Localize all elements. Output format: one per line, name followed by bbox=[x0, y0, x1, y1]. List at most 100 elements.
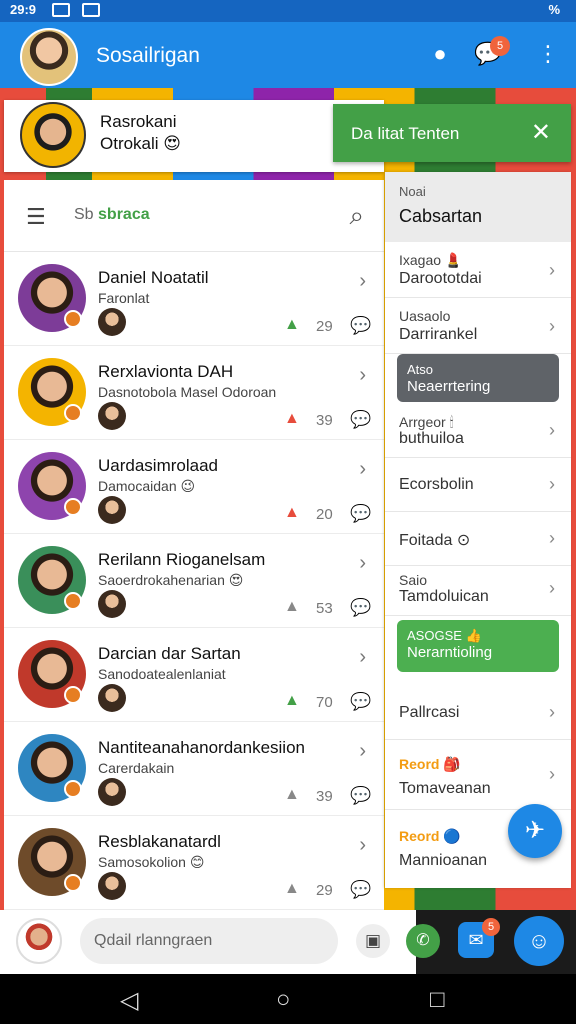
chevron-right-icon: › bbox=[549, 474, 555, 494]
side-menu-item[interactable]: Reord 🎒 Tomaveanan › bbox=[385, 740, 571, 810]
chevron-right-icon[interactable]: › bbox=[359, 646, 366, 669]
green-action-button[interactable]: ASOGSE 👍 Nerarntioling bbox=[397, 620, 559, 672]
comment-icon[interactable]: 💬 bbox=[350, 410, 371, 430]
like-icon[interactable]: ▲ bbox=[284, 880, 300, 898]
contact-subtitle: Dasnotobola Masel Odoroan bbox=[98, 384, 277, 400]
profile-card[interactable]: Rasrokani Otrokali 😍 bbox=[4, 100, 384, 172]
home-icon[interactable]: ○ bbox=[276, 986, 291, 1014]
my-avatar[interactable] bbox=[16, 918, 62, 964]
comment-icon[interactable]: 💬 bbox=[350, 692, 371, 712]
search-icon[interactable]: ⌕ bbox=[349, 200, 364, 232]
like-icon[interactable]: ▲ bbox=[284, 598, 300, 616]
chevron-right-icon[interactable]: › bbox=[359, 834, 366, 857]
side-menu-title: Cabsartan bbox=[399, 206, 483, 226]
contact-row[interactable]: Darcian dar Sartan Sanodoatealenlaniat › ▲ 7… bbox=[4, 628, 384, 722]
back-icon[interactable]: ◁ bbox=[120, 986, 138, 1015]
profile-avatar bbox=[20, 102, 86, 168]
small-avatar bbox=[98, 872, 126, 900]
close-icon[interactable]: ✕ bbox=[531, 118, 551, 147]
like-count: 39 bbox=[316, 788, 333, 805]
chevron-right-icon[interactable]: › bbox=[359, 740, 366, 763]
dark-action-button[interactable]: Atso Neaerrtering bbox=[397, 354, 559, 402]
chevron-right-icon[interactable]: › bbox=[359, 270, 366, 293]
side-menu: Noai Cabsartan Ixagao 💄 Daroototdai › Ua… bbox=[385, 172, 571, 888]
contact-name: Darcian dar Sartan bbox=[98, 644, 241, 663]
contact-row[interactable]: Rerilann Rioganelsam Saoerdrokahenarian 😍… bbox=[4, 534, 384, 628]
composer-bar: Qdail rlanngraen ▣ ✆ ✉ 5 ☺ bbox=[0, 910, 576, 974]
status-dot bbox=[64, 404, 82, 422]
chevron-right-icon[interactable]: › bbox=[359, 458, 366, 481]
status-dot bbox=[64, 592, 82, 610]
chevron-right-icon: › bbox=[549, 764, 555, 784]
like-count: 29 bbox=[316, 318, 333, 335]
user-avatar[interactable] bbox=[20, 28, 78, 86]
compose-fab[interactable]: ✈ bbox=[508, 804, 562, 858]
call-icon[interactable]: ✆ bbox=[406, 924, 440, 958]
contact-row[interactable]: Rerxlavionta DAH Dasnotobola Masel Odoroa… bbox=[4, 346, 384, 440]
message-input[interactable]: Qdail rlanngraen bbox=[80, 918, 338, 964]
image-icon bbox=[52, 3, 70, 17]
contact-subtitle: Faronlat bbox=[98, 290, 150, 306]
chevron-right-icon: › bbox=[549, 528, 555, 548]
like-icon[interactable]: ▲ bbox=[284, 316, 300, 334]
status-time: 29:9 bbox=[10, 2, 37, 17]
like-count: 70 bbox=[316, 694, 333, 711]
comment-icon[interactable]: 💬 bbox=[350, 786, 371, 806]
side-menu-item[interactable]: Arrgeor 🕯 buthuiloa › bbox=[385, 406, 571, 458]
like-count: 53 bbox=[316, 600, 333, 617]
status-dot bbox=[64, 874, 82, 892]
chevron-right-icon[interactable]: › bbox=[359, 364, 366, 387]
small-avatar bbox=[98, 308, 126, 336]
contact-row[interactable]: Nantiteanahanordankesiion Carerdakain › ▲ 39… bbox=[4, 722, 384, 816]
contact-name: Resblakanatardl bbox=[98, 832, 221, 851]
small-avatar bbox=[98, 496, 126, 524]
chevron-right-icon[interactable]: › bbox=[359, 552, 366, 575]
comment-icon[interactable]: 💬 bbox=[350, 880, 371, 900]
small-avatar bbox=[98, 402, 126, 430]
app-bar: Sosailrigan ● 💬 5 ⋮ bbox=[0, 22, 576, 88]
like-icon[interactable]: ▲ bbox=[284, 692, 300, 710]
small-avatar bbox=[98, 590, 126, 618]
contact-row[interactable]: Uardasimrolaad Damocaidan 😉 › ▲ 20 💬 bbox=[4, 440, 384, 534]
profile-name: Rasrokani bbox=[100, 112, 177, 131]
more-icon[interactable]: ⋮ bbox=[534, 40, 562, 68]
attach-icon[interactable]: ▣ bbox=[356, 924, 390, 958]
side-menu-item[interactable]: Saio Tamdoluican › bbox=[385, 566, 571, 616]
like-icon[interactable]: ▲ bbox=[284, 410, 300, 428]
contact-name: Nantiteanahanordankesiion bbox=[98, 738, 305, 757]
status-dot bbox=[64, 780, 82, 798]
like-icon[interactable]: ▲ bbox=[284, 786, 300, 804]
side-menu-header-small: Noai bbox=[399, 184, 426, 199]
contact-row[interactable]: Daniel Noatatil Faronlat › ▲ 29 💬 bbox=[4, 252, 384, 346]
chevron-right-icon: › bbox=[549, 578, 555, 598]
contact-name: Uardasimrolaad bbox=[98, 456, 218, 475]
comment-icon[interactable]: 💬 bbox=[350, 504, 371, 524]
side-menu-item[interactable]: Foitada ⊙ › bbox=[385, 512, 571, 566]
status-dot bbox=[64, 498, 82, 516]
chevron-right-icon: › bbox=[549, 260, 555, 280]
contact-subtitle: Samosokolion 😊 bbox=[98, 854, 205, 870]
message-placeholder: Qdail rlanngraen bbox=[94, 932, 213, 949]
profile-icon[interactable]: ☺ bbox=[514, 916, 564, 966]
palette-icon[interactable]: ● bbox=[426, 40, 454, 68]
like-icon[interactable]: ▲ bbox=[284, 504, 300, 522]
profile-subtitle: Otrokali 😍 bbox=[100, 134, 182, 153]
status-dot bbox=[64, 686, 82, 704]
search-bar[interactable]: ☰ Sb sbraca ⌕ bbox=[4, 180, 384, 252]
side-menu-item[interactable]: Uasaolo Darrirankel › bbox=[385, 298, 571, 354]
app-title: Sosailrigan bbox=[96, 44, 200, 67]
comment-icon[interactable]: 💬 bbox=[350, 316, 371, 336]
search-query[interactable]: Sb sbraca bbox=[74, 206, 150, 224]
contact-row[interactable]: Resblakanatardl Samosokolion 😊 › ▲ 29 💬 bbox=[4, 816, 384, 910]
comment-icon[interactable]: 💬 bbox=[350, 598, 371, 618]
snackbar: Da litat Tenten ✕ bbox=[333, 104, 571, 162]
chevron-right-icon: › bbox=[549, 702, 555, 722]
side-menu-item[interactable]: Ecorsbolin › bbox=[385, 458, 571, 512]
menu-icon[interactable]: ☰ bbox=[26, 204, 46, 230]
contact-subtitle: Saoerdrokahenarian 😍 bbox=[98, 572, 244, 588]
side-menu-item[interactable]: Pallrcasi › bbox=[385, 684, 571, 740]
side-menu-item[interactable]: Ixagao 💄 Daroototdai › bbox=[385, 242, 571, 298]
like-count: 39 bbox=[316, 412, 333, 429]
chevron-right-icon: › bbox=[549, 316, 555, 336]
recent-icon[interactable]: □ bbox=[430, 986, 445, 1014]
